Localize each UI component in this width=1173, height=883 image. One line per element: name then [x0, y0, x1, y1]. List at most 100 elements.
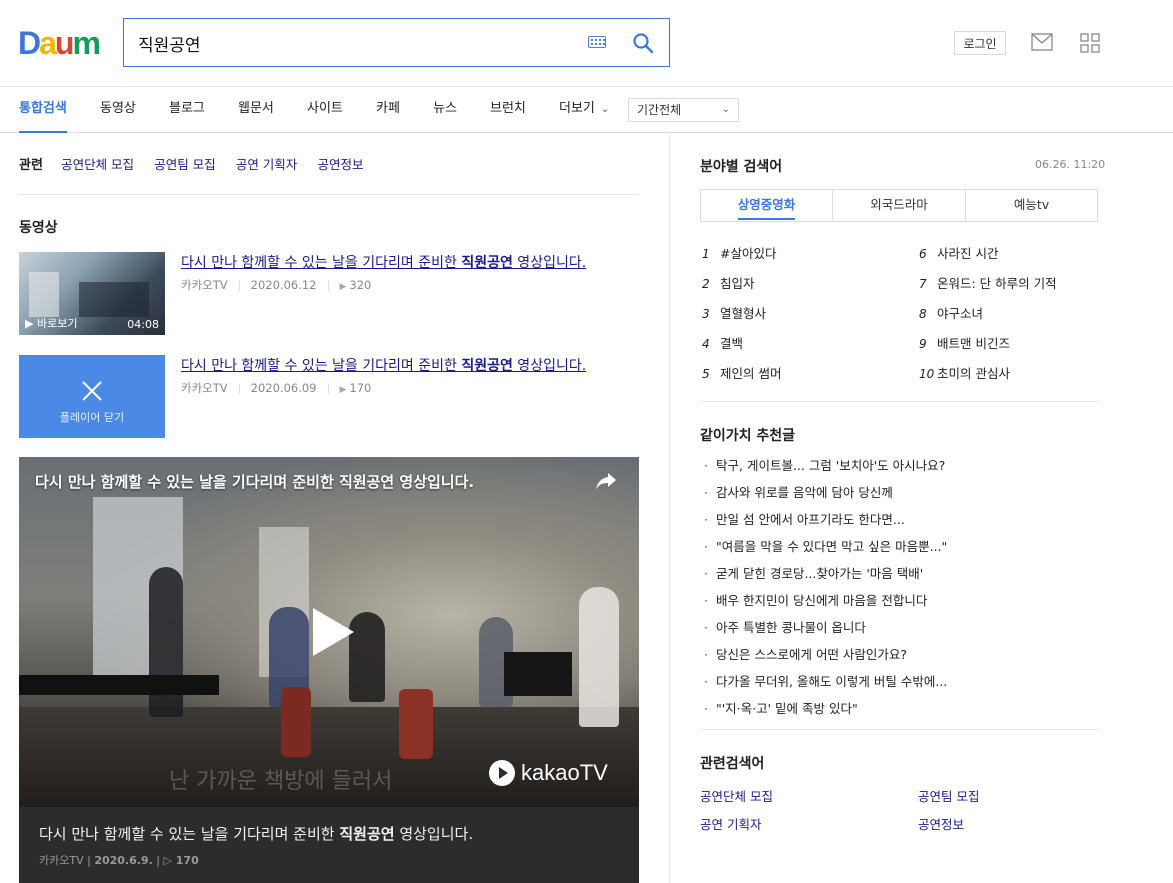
tab-blog[interactable]: 블로그 [169, 87, 205, 133]
bullet: · [704, 566, 708, 581]
rank-item[interactable]: 7 온워드: 단 하루의 기적 [919, 273, 1057, 292]
search-input[interactable] [138, 31, 578, 55]
tab-video[interactable]: 동영상 [100, 87, 136, 133]
recommend-item[interactable]: · 다가올 무더위, 올해도 이렇게 버틸 수밖에... [704, 671, 947, 690]
apps-grid-icon[interactable] [1080, 33, 1100, 53]
rank-number: 2 [702, 277, 710, 291]
player-overlay-title: 다시 만나 함께할 수 있는 날을 기다리며 준비한 직원공연 영상입니다. [35, 473, 475, 491]
period-select[interactable]: 기간전체 ⌄ [628, 98, 739, 122]
rank-item[interactable]: 2 침입자 [702, 273, 755, 292]
kakaotv-logo: kakaoTV [489, 760, 608, 786]
rank-item[interactable]: 4 결백 [702, 333, 743, 352]
rank-label: 초미의 관심사 [937, 366, 1010, 381]
bullet: · [704, 512, 708, 527]
video-thumbnail[interactable]: ▶ 바로보기 04:08 [19, 252, 165, 335]
bullet: · [704, 674, 708, 689]
recommend-item[interactable]: · "'지·옥·고' 밑에 족방 있다" [704, 698, 858, 717]
video-frame[interactable]: 다시 만나 함께할 수 있는 날을 기다리며 준비한 직원공연 영상입니다. 난… [19, 457, 639, 807]
video-source[interactable]: 카카오TV [181, 278, 228, 292]
video-date: 2020.06.12 [250, 278, 317, 292]
video-section-title: 동영상 [19, 220, 58, 236]
recommend-text: 당신은 스스로에게 어떤 사람인가요? [716, 647, 908, 662]
search-icon[interactable] [632, 32, 654, 54]
tab-integrated[interactable]: 통합검색 [19, 87, 67, 133]
tab-cafe[interactable]: 카페 [376, 87, 400, 133]
rank-number: 9 [919, 337, 927, 351]
video-meta: 카카오TV 2020.06.09 ▶ 170 [181, 380, 371, 396]
rank-label: 침입자 [720, 276, 755, 291]
tab-web[interactable]: 웹문서 [238, 87, 274, 133]
video-title-link[interactable]: 다시 만나 함께할 수 있는 날을 기다리며 준비한 직원공연 영상입니다. [181, 355, 586, 375]
play-icon[interactable] [309, 605, 357, 659]
related-search-link[interactable]: 공연팀 모집 [918, 786, 979, 805]
recommend-title: 같이가치 추천글 [700, 428, 796, 444]
rank-number: 8 [919, 307, 927, 321]
chevron-down-icon: ⌄ [600, 104, 610, 115]
player-source: 카카오TV [39, 854, 84, 867]
related-link[interactable]: 공연팀 모집 [154, 157, 215, 172]
kakaotv-play-icon [489, 760, 515, 786]
related-link[interactable]: 공연 기획자 [236, 157, 297, 172]
share-icon[interactable] [595, 471, 617, 491]
video-player[interactable]: 다시 만나 함께할 수 있는 날을 기다리며 준비한 직원공연 영상입니다. 난… [19, 457, 639, 883]
rank-label: 제인의 썸머 [720, 366, 782, 381]
related-search-link[interactable]: 공연단체 모집 [700, 786, 773, 805]
video-views: 170 [349, 381, 372, 395]
close-icon[interactable] [80, 379, 104, 403]
title-highlight: 직원공연 [461, 255, 513, 271]
rank-label: 사라진 시간 [937, 246, 999, 261]
rank-item[interactable]: 10 초미의 관심사 [919, 363, 1010, 382]
recommend-item[interactable]: · 아주 특별한 콩나물이 옵니다 [704, 617, 866, 636]
title-highlight: 직원공연 [461, 358, 513, 374]
bullet: · [704, 620, 708, 635]
video-result-item: 플레이어 닫기 다시 만나 함께할 수 있는 날을 기다리며 준비한 직원공연 … [19, 355, 639, 439]
video-title-link[interactable]: 다시 만나 함께할 수 있는 날을 기다리며 준비한 직원공연 영상입니다. [181, 252, 586, 272]
rank-number: 6 [919, 247, 927, 261]
recommend-item[interactable]: · 만일 섬 안에서 아프기라도 한다면... [704, 509, 905, 528]
header: Daum 로그인 [0, 0, 1173, 87]
related-search-link[interactable]: 공연정보 [918, 814, 964, 833]
recommend-item[interactable]: · 탁구, 게이트볼... 그럼 '보치아'도 아시나요? [704, 455, 945, 474]
recommend-item[interactable]: · 당신은 스스로에게 어떤 사람인가요? [704, 644, 907, 663]
tab-more[interactable]: 더보기 ⌄ [559, 87, 609, 133]
caption-text: 영상입니다. [394, 825, 474, 843]
rank-item[interactable]: 5 제인의 썸머 [702, 363, 781, 382]
related-keywords: 관련 공연단체 모집 공연팀 모집 공연 기획자 공연정보 [19, 154, 379, 174]
tab-site[interactable]: 사이트 [307, 87, 343, 133]
rank-item[interactable]: 9 배트맨 비긴즈 [919, 333, 1010, 352]
tab-brunch[interactable]: 브런치 [490, 87, 526, 133]
login-button[interactable]: 로그인 [954, 31, 1006, 55]
search-box [123, 18, 670, 67]
video-source[interactable]: 카카오TV [181, 381, 228, 395]
rank-item[interactable]: 6 사라진 시간 [919, 243, 998, 262]
video-thumbnail-active[interactable]: 플레이어 닫기 [19, 355, 165, 438]
bullet: · [704, 593, 708, 608]
recommend-item[interactable]: · "여름을 막을 수 있다면 막고 싶은 마음뿐..." [704, 536, 947, 555]
title-text: 다시 만나 함께할 수 있는 날을 기다리며 준비한 [181, 358, 462, 374]
recommend-text: "'지·옥·고' 밑에 족방 있다" [716, 701, 858, 716]
recommend-item[interactable]: · 굳게 닫힌 경로당...찾아가는 '마음 택배' [704, 563, 923, 582]
recommend-item[interactable]: · 감사와 위로를 음악에 담아 당신께 [704, 482, 893, 501]
daum-logo[interactable]: Daum [18, 25, 101, 61]
related-link[interactable]: 공연단체 모집 [61, 157, 134, 172]
player-date: 2020.6.9. [94, 854, 153, 867]
related-search-link[interactable]: 공연 기획자 [700, 814, 761, 833]
related-link[interactable]: 공연정보 [317, 157, 363, 172]
title-text: 영상입니다. [512, 358, 587, 374]
caption-highlight: 직원공연 [339, 825, 395, 843]
burned-subtitle: 난 가까운 책방에 들러서 [169, 769, 393, 794]
rank-item[interactable]: 3 열혈형사 [702, 303, 766, 322]
views-icon: ▶ [339, 282, 347, 292]
logo-letter: a [39, 25, 57, 61]
recommend-item[interactable]: · 배우 한지민이 당신에게 마음을 전합니다 [704, 590, 927, 609]
keyboard-icon[interactable] [588, 36, 606, 48]
rank-item[interactable]: 1 #살아있다 [702, 243, 776, 262]
rank-item[interactable]: 8 야구소녀 [919, 303, 983, 322]
rank-tab-variety[interactable]: 예능tv [965, 190, 1097, 221]
logo-letter: m [72, 25, 100, 61]
rank-tab-movies[interactable]: 상영중영화 [701, 190, 832, 221]
tab-news[interactable]: 뉴스 [433, 87, 457, 133]
rank-tab-foreign-drama[interactable]: 외국드라마 [832, 190, 965, 221]
mail-icon[interactable] [1031, 33, 1053, 51]
video-duration: 04:08 [127, 318, 159, 331]
